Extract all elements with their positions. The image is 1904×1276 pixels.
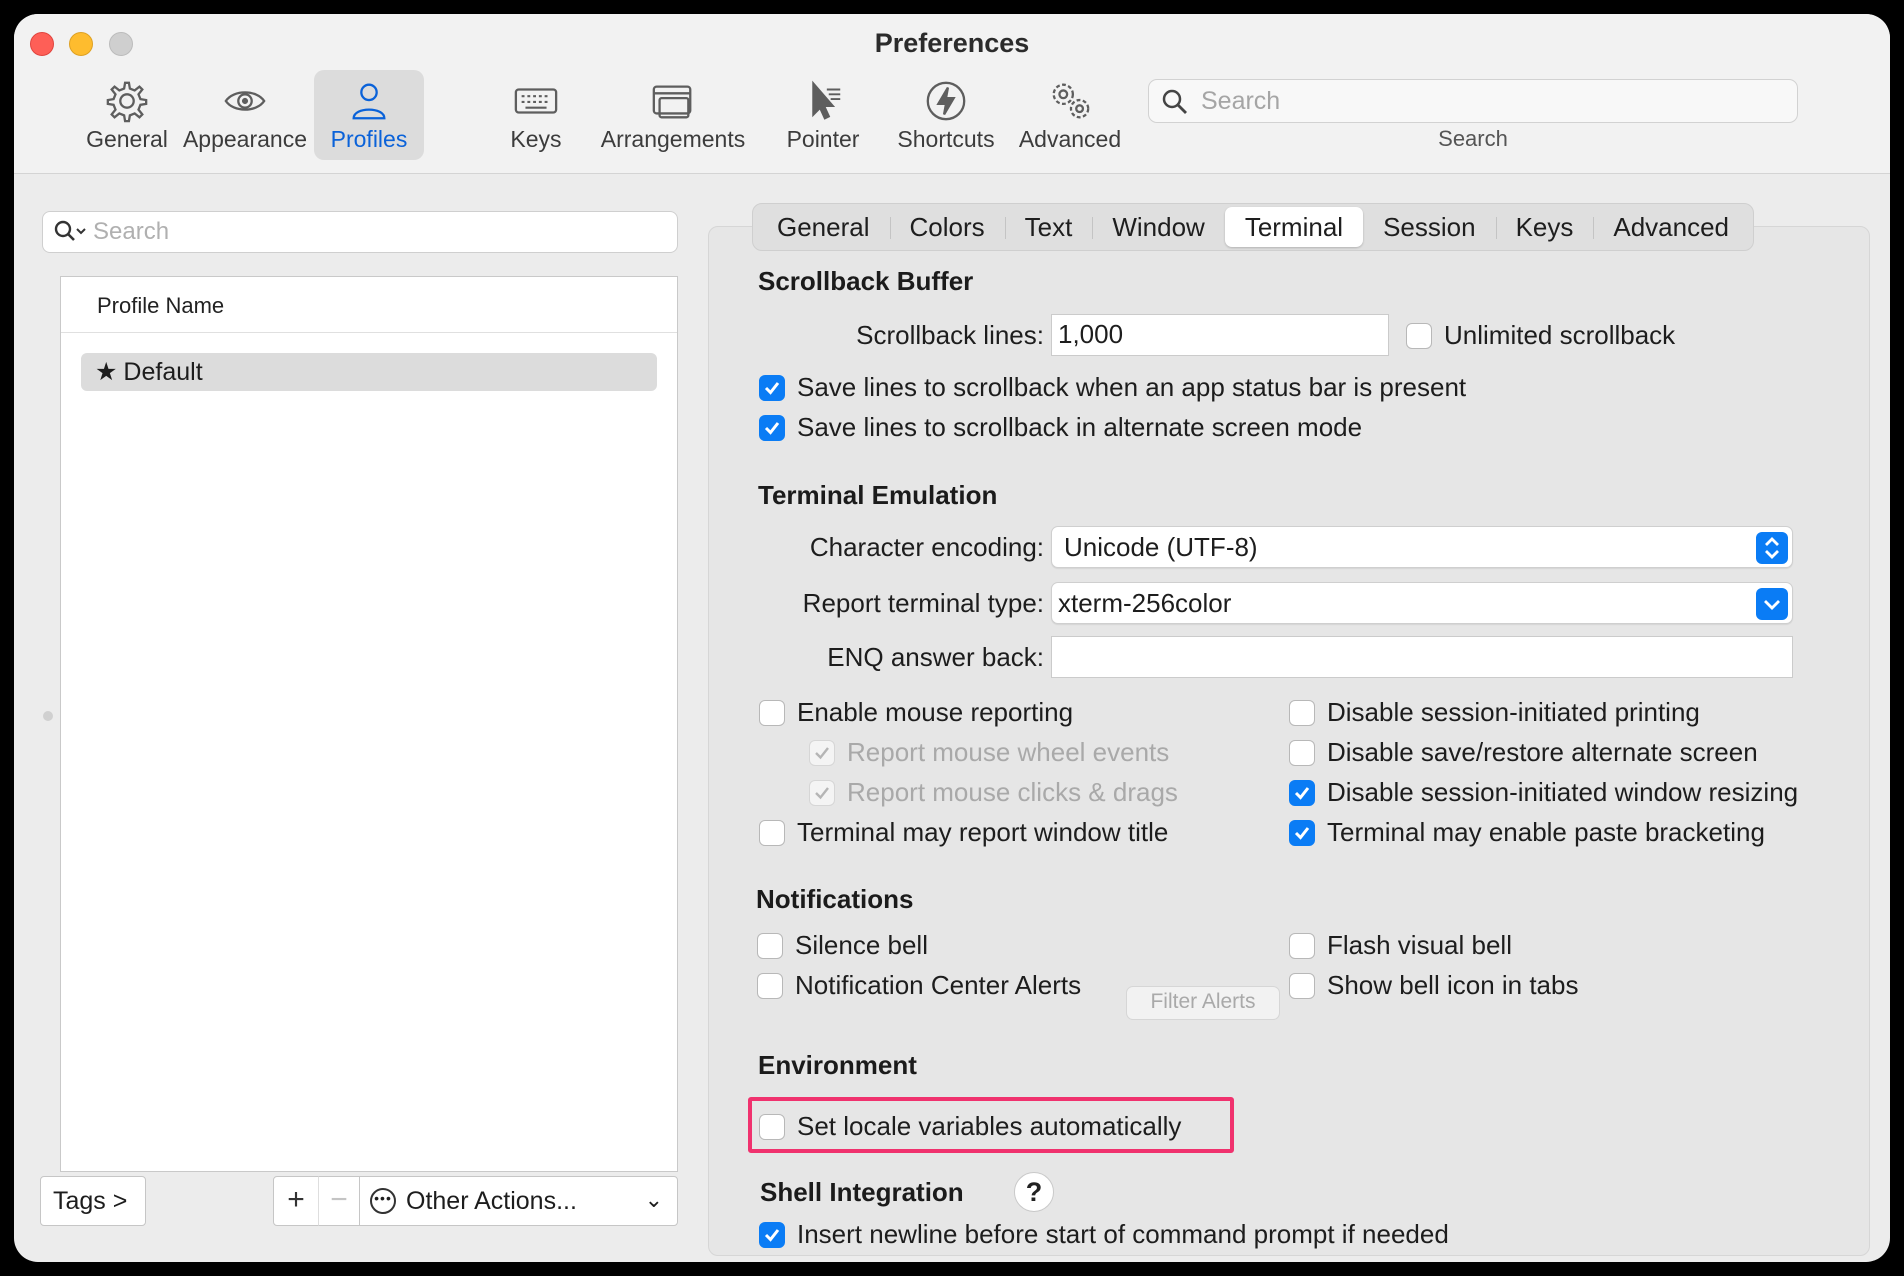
preferences-search-input[interactable]	[1201, 84, 1781, 118]
toolbar-pointer-label: Pointer	[786, 126, 860, 152]
toolbar-arrangements[interactable]: Arrangements	[598, 70, 748, 160]
profile-name-column-header[interactable]: Profile Name	[61, 277, 677, 333]
insert-newline-checkbox[interactable]: Insert newline before start of command p…	[759, 1219, 1449, 1250]
toolbar-appearance[interactable]: Appearance	[178, 70, 312, 160]
window-title: Preferences	[874, 28, 1030, 58]
keyboard-icon	[498, 70, 574, 126]
profile-list: Profile Name ★ Default	[60, 276, 678, 1172]
insert-newline-label: Insert newline before start of command p…	[797, 1219, 1449, 1249]
windows-icon	[598, 70, 748, 126]
gears-icon	[1012, 70, 1128, 126]
toolbar-profiles[interactable]: Profiles	[314, 70, 424, 160]
toolbar-pointer[interactable]: Pointer	[776, 70, 870, 160]
settings-scroll-clip: Insert newline before start of command p…	[708, 226, 1870, 1256]
remove-profile-button[interactable]: −	[318, 1176, 360, 1226]
eye-icon	[178, 70, 312, 126]
checkmark-icon	[759, 1221, 785, 1248]
profile-row-name: Default	[123, 358, 203, 386]
search-filter-icon	[53, 219, 89, 250]
toolbar-profiles-label: Profiles	[330, 126, 408, 152]
add-profile-button[interactable]: +	[273, 1176, 319, 1226]
toolbar: Preferences General Appearance Profiles …	[14, 14, 1890, 174]
toolbar-keys-label: Keys	[510, 126, 562, 152]
profile-row[interactable]: ★ Default	[81, 353, 657, 391]
split-handle[interactable]	[43, 711, 53, 721]
other-actions-label: Other Actions...	[406, 1187, 577, 1215]
preferences-window: Preferences General Appearance Profiles …	[14, 14, 1890, 1262]
star-icon: ★	[95, 358, 118, 386]
person-icon	[314, 70, 424, 126]
toolbar-keys[interactable]: Keys	[498, 70, 574, 160]
toolbar-advanced[interactable]: Advanced	[1012, 70, 1128, 160]
lightning-icon	[884, 70, 1008, 126]
toolbar-advanced-label: Advanced	[1018, 126, 1122, 152]
preferences-search[interactable]	[1148, 79, 1798, 123]
cursor-icon	[776, 70, 870, 126]
toolbar-arrangements-label: Arrangements	[600, 126, 746, 152]
other-actions-button[interactable]: ••• Other Actions... ⌄	[359, 1176, 678, 1226]
toolbar-appearance-label: Appearance	[182, 126, 308, 152]
ellipsis-circle-icon: •••	[370, 1188, 396, 1214]
toolbar-general[interactable]: General	[84, 70, 170, 160]
search-label: Search	[1438, 126, 1508, 151]
toolbar-shortcuts[interactable]: Shortcuts	[884, 70, 1008, 160]
profile-search-input[interactable]	[93, 217, 653, 247]
tags-button[interactable]: Tags >	[40, 1176, 146, 1226]
toolbar-shortcuts-label: Shortcuts	[897, 126, 995, 152]
profile-search[interactable]	[42, 211, 678, 253]
chevron-down-icon: ⌄	[644, 1187, 663, 1212]
search-icon	[1161, 88, 1189, 121]
toolbar-general-label: General	[86, 126, 168, 152]
gear-icon	[84, 70, 170, 126]
